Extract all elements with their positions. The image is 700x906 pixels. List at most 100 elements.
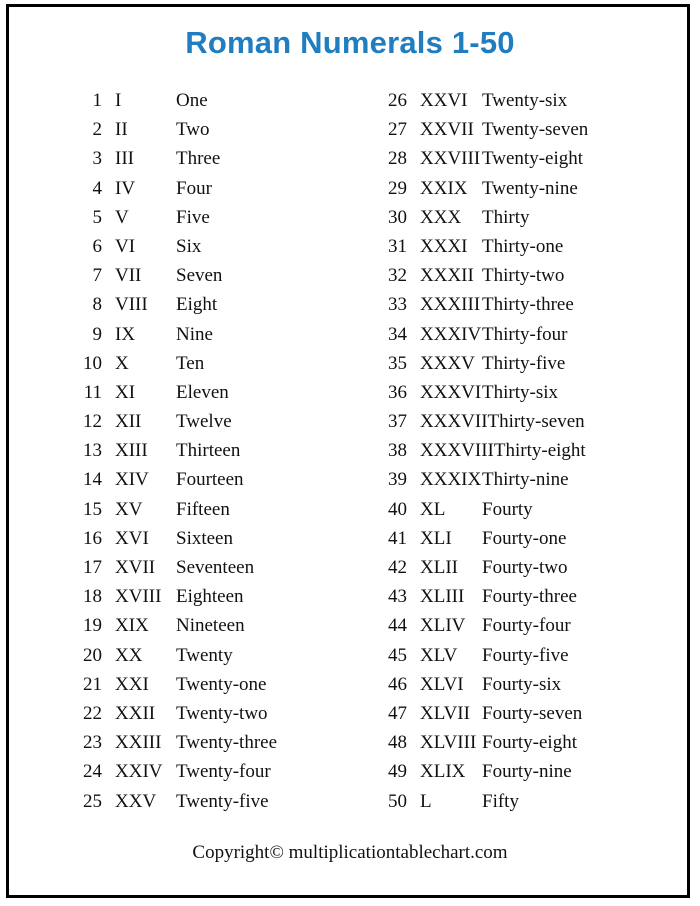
numeral-row-roman: XXXIV <box>420 323 482 345</box>
numeral-row: 28 XXVIII Twenty-eight <box>381 144 588 173</box>
numeral-row-word: Three <box>176 148 221 170</box>
numeral-row-number: 44 <box>388 615 407 637</box>
numeral-row: 5 V Five <box>76 203 277 232</box>
numeral-row-roman: XXXVI <box>420 381 482 403</box>
numeral-row-roman: XXV <box>115 790 157 812</box>
numeral-row-roman: XXXI <box>420 235 468 257</box>
numeral-row: 17 XVII Seventeen <box>76 553 277 582</box>
numeral-row-word: Five <box>176 206 210 228</box>
numeral-row-word: Fourty-one <box>482 527 567 549</box>
numeral-row: 30 XXX Thirty <box>381 203 588 232</box>
numeral-row-word: Twenty-nine <box>482 177 578 199</box>
numeral-row-word: Fourty-three <box>482 586 577 608</box>
numeral-row-number: 31 <box>388 235 407 257</box>
numeral-row: 1 I One <box>76 86 277 115</box>
numeral-row-number: 45 <box>388 644 407 666</box>
numeral-row-word: Twenty-seven <box>482 119 589 141</box>
numeral-row-roman: XVIII <box>115 586 162 608</box>
numeral-row-number: 24 <box>83 761 102 783</box>
numeral-row: 50 L Fifty <box>381 787 588 816</box>
numeral-row: 23 XXIII Twenty-three <box>76 728 277 757</box>
numeral-row: 7 VII Seven <box>76 261 277 290</box>
numerals-column-left: 1 I One 2 II Two 3 III Three 4 IV Four 5 V Five 6 VI Six 7… <box>76 86 277 816</box>
numeral-row: 8 VIII Eight <box>76 290 277 319</box>
numeral-row-number: 48 <box>388 732 407 754</box>
numeral-row-word: Six <box>176 235 202 257</box>
numeral-row-number: 14 <box>83 469 102 491</box>
numeral-row: 40 XL Fourty <box>381 495 588 524</box>
numeral-row-number: 43 <box>388 586 407 608</box>
numeral-row: 12 XII Twelve <box>76 407 277 436</box>
numeral-row: 47 XLVII Fourty-seven <box>381 699 588 728</box>
numeral-row: 27 XXVII Twenty-seven <box>381 115 588 144</box>
numeral-row-word: Fourty-five <box>482 644 569 666</box>
copyright-notice: Copyright© multiplicationtablechart.com <box>192 842 508 863</box>
numeral-row: 20 XX Twenty <box>76 641 277 670</box>
numeral-row: 2 II Two <box>76 115 277 144</box>
numeral-row-number: 33 <box>388 294 407 316</box>
numeral-row-word: Thirty-one <box>482 235 564 257</box>
numeral-row-roman: L <box>420 790 432 812</box>
numeral-row-roman: XLIII <box>420 586 465 608</box>
numeral-row-word: Thirty-five <box>482 352 566 374</box>
numeral-row-word: Twenty-one <box>176 673 267 695</box>
numeral-row: 3 III Three <box>76 144 277 173</box>
numeral-row: 38 XXXVIII Thirty-eight <box>381 436 588 465</box>
numeral-row: 26 XXVI Twenty-six <box>381 86 588 115</box>
numeral-row-number: 10 <box>83 352 102 374</box>
numeral-row-roman: XXXV <box>420 352 475 374</box>
numeral-row: 13 XIII Thirteen <box>76 436 277 465</box>
numeral-row-word: Fifty <box>482 790 519 812</box>
numeral-row-number: 32 <box>388 265 407 287</box>
numeral-row-number: 1 <box>92 90 103 111</box>
numeral-row-roman: XLIV <box>420 615 466 637</box>
numeral-row-word: Fourty-six <box>482 673 562 695</box>
numeral-row-number: 47 <box>388 702 407 724</box>
numeral-row-roman: VI <box>115 235 136 257</box>
numeral-row-number: 13 <box>83 440 102 462</box>
numeral-row-number: 20 <box>83 644 102 666</box>
numeral-row-number: 42 <box>388 557 407 578</box>
numeral-row-word: Fourty-four <box>482 615 571 637</box>
numeral-row-roman: IX <box>115 323 136 345</box>
numeral-row-number: 11 <box>83 381 102 403</box>
numeral-row-word: Twelve <box>176 411 232 433</box>
numerals-column-right: 26 XXVI Twenty-six 27 XXVII Twenty-seven 28 XXV… <box>381 86 588 816</box>
numeral-row: 15 XV Fifteen <box>76 495 277 524</box>
numeral-row-roman: XXVII <box>420 119 474 141</box>
numeral-row: 31 XXXI Thirty-one <box>381 232 588 261</box>
numeral-row: 32 XXXII Thirty-two <box>381 261 588 290</box>
numeral-row-word: Twenty-six <box>482 90 568 111</box>
numeral-row-roman: XLVIII <box>420 732 477 754</box>
numeral-row: 42 XLII Fourty-two <box>381 553 588 582</box>
numeral-row-number: 39 <box>388 469 407 491</box>
numeral-row-roman: XX <box>115 644 143 666</box>
numeral-row-roman: V <box>115 206 129 228</box>
numeral-row-word: One <box>176 90 208 111</box>
numeral-row-roman: X <box>115 352 129 374</box>
numeral-row-roman: XVI <box>115 527 149 549</box>
numeral-row-number: 46 <box>388 673 407 695</box>
numeral-row-number: 6 <box>92 235 103 257</box>
numeral-row: 35 XXXV Thirty-five <box>381 349 588 378</box>
numeral-row-roman: XVII <box>115 557 156 578</box>
numeral-row-roman: XXXIX <box>420 469 482 491</box>
numeral-row: 21 XXI Twenty-one <box>76 670 277 699</box>
numeral-row-word: Sixteen <box>176 527 233 549</box>
numeral-row: 46 XLVI Fourty-six <box>381 670 588 699</box>
numeral-row-number: 7 <box>92 265 103 287</box>
numeral-row-number: 38 <box>388 440 407 462</box>
numeral-row: 36 XXXVI Thirty-six <box>381 378 588 407</box>
numeral-row: 19 XIX Nineteen <box>76 611 277 640</box>
numeral-row-number: 17 <box>83 557 102 578</box>
numeral-row: 48 XLVIII Fourty-eight <box>381 728 588 757</box>
numeral-row-number: 4 <box>92 177 103 199</box>
numeral-row-roman: XXII <box>115 702 156 724</box>
numeral-row-number: 37 <box>388 411 407 433</box>
numeral-row-word: Nineteen <box>176 615 245 637</box>
numeral-row-roman: XLIX <box>420 761 466 783</box>
numeral-row-word: Nine <box>176 323 213 345</box>
numeral-row-roman: XI <box>115 381 136 403</box>
numeral-row-word: Seventeen <box>176 557 255 578</box>
numeral-row: 44 XLIV Fourty-four <box>381 611 588 640</box>
